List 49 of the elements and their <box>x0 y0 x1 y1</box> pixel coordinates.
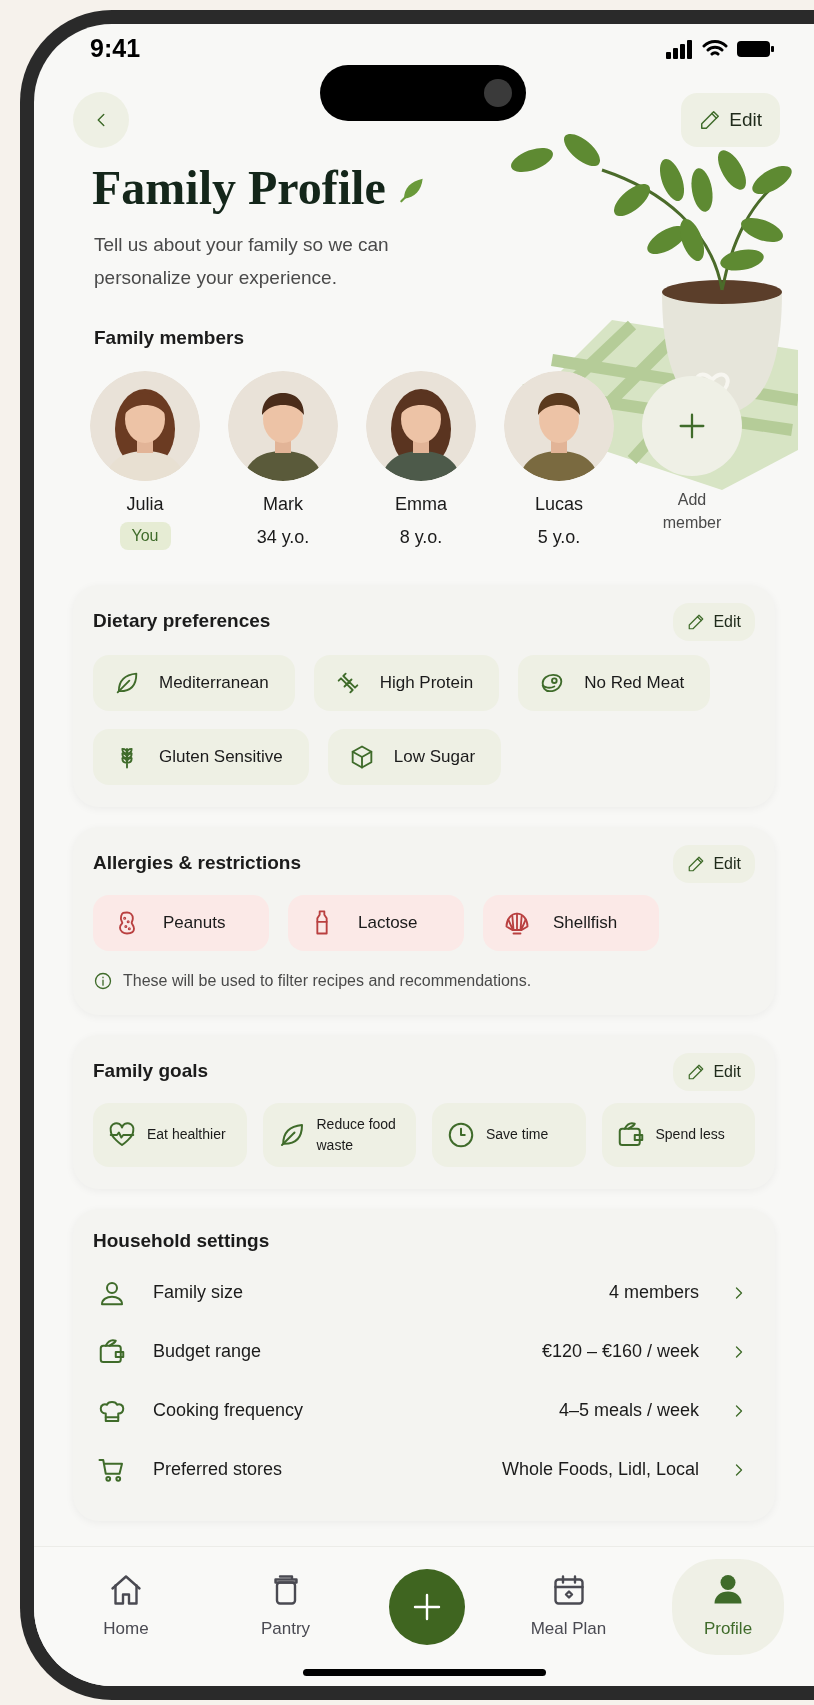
goal-tag: Spend less <box>601 1102 755 1167</box>
row-value: €120 – €160 / week <box>541 1340 699 1363</box>
you-badge: You <box>119 521 171 550</box>
page-title: Family Profile <box>92 160 386 216</box>
member-name: Emma <box>395 492 447 516</box>
member-age: 5 y.o. <box>537 525 581 549</box>
nav-tab[interactable]: Home <box>70 1559 182 1655</box>
diet-tag: No Red Meat <box>518 654 711 711</box>
row-value: Whole Foods, Lidl, Local <box>501 1458 699 1481</box>
section-title: Family goals <box>93 1059 209 1084</box>
section-title: Family members <box>93 326 245 350</box>
nav-tab[interactable]: Pantry <box>229 1559 342 1655</box>
member-name: Julia <box>126 492 164 516</box>
section-title: Allergies & restrictions <box>93 851 302 876</box>
edit-button[interactable]: Edit <box>673 844 755 883</box>
row-label: Budget range <box>153 1340 262 1363</box>
page-subtitle: Tell us about your family so we can personalize your experience. <box>93 233 390 290</box>
settings-row[interactable]: Cooking frequency 4–5 meals / week <box>93 1381 755 1440</box>
allergy-tag: Lactose <box>288 894 464 951</box>
nav-tab[interactable]: Profile <box>672 1559 784 1655</box>
settings-row[interactable]: Budget range €120 – €160 / week <box>93 1322 755 1381</box>
info-note: These will be used to filter recipes and recommendations. <box>123 970 532 991</box>
edit-button[interactable]: Edit <box>673 1052 755 1091</box>
goal-tag: Eat healthier <box>93 1102 247 1167</box>
diet-tag: Gluten Sensitive <box>93 728 309 785</box>
row-value: 4 members <box>608 1281 699 1304</box>
row-value: 4–5 meals / week <box>558 1399 699 1422</box>
edit-button[interactable]: Edit <box>673 602 755 641</box>
section-title: Dietary preferences <box>93 609 271 634</box>
row-label: Preferred stores <box>153 1458 283 1481</box>
row-label: Family size <box>153 1281 243 1304</box>
member-name: Lucas <box>534 492 583 516</box>
goal-tag: Save time <box>432 1102 586 1167</box>
member-age: 8 y.o. <box>399 525 443 549</box>
diet-tag: High Protein <box>313 654 500 711</box>
allergy-tag: Shellfish <box>483 894 659 951</box>
settings-row[interactable]: Family size 4 members <box>93 1263 755 1322</box>
diet-tag: Low Sugar <box>327 728 502 785</box>
settings-row[interactable]: Preferred stores Whole Foods, Lidl, Local <box>93 1440 755 1499</box>
goal-tag: Reduce food waste <box>262 1102 416 1167</box>
row-label: Cooking frequency <box>153 1399 304 1422</box>
status-time: 9:41 <box>90 33 141 65</box>
member-name: Mark <box>263 492 303 516</box>
nav-tab[interactable]: Meal Plan <box>512 1559 625 1655</box>
diet-tag: Mediterranean <box>93 654 295 711</box>
member-age: 34 y.o. <box>256 525 310 549</box>
allergy-tag: Peanuts <box>93 894 269 951</box>
section-title: Household settings <box>93 1228 270 1253</box>
add-member-label: Add member <box>661 489 723 533</box>
